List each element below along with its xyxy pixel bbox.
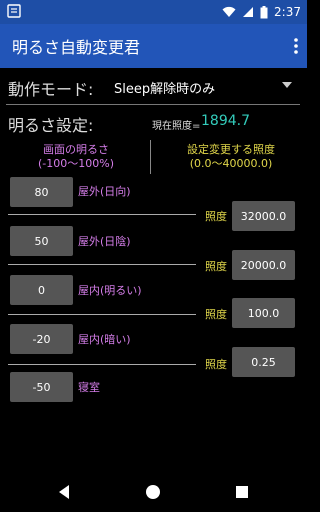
overflow-menu-icon[interactable]	[291, 36, 301, 56]
current-lux-label: 現在照度=	[152, 121, 201, 132]
app-title: 明るさ自動変更君	[12, 38, 141, 57]
brightness-column-title: 画面の明るさ	[43, 143, 109, 156]
brightness-button[interactable]: 0	[10, 275, 73, 305]
brightness-column-header: 画面の明るさ (-100〜100%)	[20, 143, 132, 171]
scene-label: 屋外(日向)	[78, 185, 131, 198]
mode-divider	[6, 104, 300, 105]
column-divider	[150, 140, 151, 174]
threshold-line	[8, 264, 196, 265]
back-icon[interactable]	[57, 484, 73, 500]
wifi-icon	[222, 6, 236, 17]
threshold-button[interactable]: 0.25	[232, 347, 295, 377]
notification-icon	[7, 4, 21, 18]
brightness-column-range: (-100〜100%)	[38, 157, 114, 170]
battery-icon	[260, 5, 268, 18]
threshold-column-header: 設定変更する照度 (0.0〜40000.0)	[160, 143, 302, 171]
threshold-line	[8, 314, 196, 315]
threshold-column-range: (0.0〜40000.0)	[189, 157, 273, 170]
section-title: 明るさ設定:	[8, 116, 94, 135]
mode-row: 動作モード: Sleep解除時のみ	[0, 68, 307, 104]
threshold-label: 照度	[205, 260, 227, 273]
scene-label: 屋内(暗い)	[78, 333, 131, 346]
scene-label: 寝室	[78, 381, 100, 394]
brightness-button[interactable]: 50	[10, 226, 73, 256]
current-lux-value: 1894.7	[201, 113, 250, 129]
threshold-label: 照度	[205, 210, 227, 223]
status-bar: 2:37	[0, 0, 307, 24]
threshold-line	[8, 214, 196, 215]
recents-icon[interactable]	[234, 484, 250, 500]
brightness-button[interactable]: 80	[10, 177, 73, 207]
threshold-column-title: 設定変更する照度	[187, 143, 275, 156]
mode-dropdown[interactable]: Sleep解除時のみ	[108, 76, 298, 98]
threshold-label: 照度	[205, 308, 227, 321]
navigation-bar	[0, 470, 307, 512]
home-icon[interactable]	[145, 484, 161, 500]
mode-dropdown-value: Sleep解除時のみ	[114, 82, 216, 97]
brightness-button[interactable]: -50	[10, 372, 73, 402]
brightness-button[interactable]: -20	[10, 324, 73, 354]
scene-label: 屋外(日陰)	[78, 235, 131, 248]
cellular-signal-icon	[243, 7, 254, 17]
scene-label: 屋内(明るい)	[78, 284, 142, 297]
threshold-label: 照度	[205, 358, 227, 371]
mode-label: 動作モード:	[8, 80, 94, 99]
threshold-button[interactable]: 100.0	[232, 298, 295, 328]
threshold-button[interactable]: 20000.0	[232, 250, 295, 280]
threshold-line	[8, 364, 196, 365]
dropdown-arrow-icon	[282, 82, 292, 88]
clock: 2:37	[274, 5, 301, 19]
threshold-button[interactable]: 32000.0	[232, 201, 295, 231]
app-bar: 明るさ自動変更君	[0, 24, 307, 68]
